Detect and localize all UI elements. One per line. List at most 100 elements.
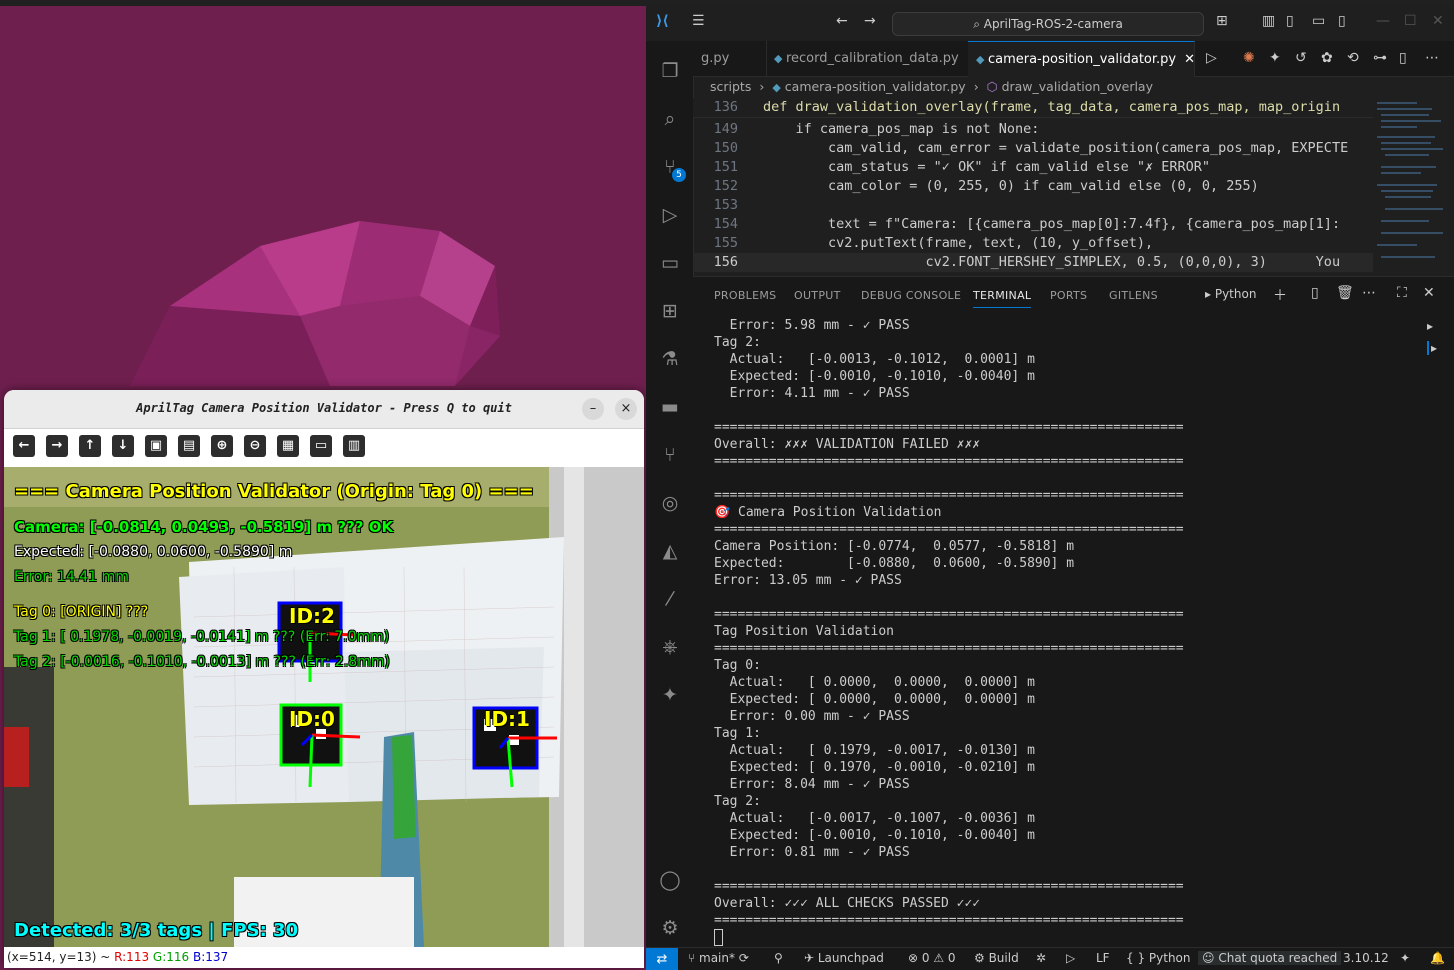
code-line[interactable]: 154 text = f"Camera: [{camera_pos_map[0]… — [693, 215, 1373, 234]
zoom-out-icon[interactable]: ⊖ — [244, 435, 266, 457]
minimap[interactable] — [1373, 96, 1445, 274]
problems-status[interactable]: ⊗ 0 ⚠ 0 — [908, 951, 956, 965]
code-editor[interactable]: 136 def draw_validation_overlay(frame, ta… — [693, 96, 1373, 274]
tab-camera-position-validator[interactable]: ◆ camera-position_validator.py ✕ — [968, 41, 1195, 77]
breadcrumb-folder[interactable]: scripts — [710, 79, 751, 94]
tab-g-py[interactable]: g.py — [693, 41, 767, 76]
run-debug-icon[interactable]: ▷ — [658, 203, 682, 227]
sync-icon[interactable]: ⚲ — [774, 951, 783, 965]
kubernetes-icon[interactable]: ⎈ — [658, 635, 682, 659]
properties-icon[interactable]: ▥ — [343, 435, 365, 457]
run-icon[interactable]: ▷ — [1206, 50, 1217, 66]
toggle-sidebar-icon[interactable]: ▯ — [1286, 13, 1294, 29]
layout-icon[interactable]: ▥ — [1262, 13, 1275, 29]
python-version-status[interactable]: 3.10.12 — [1343, 951, 1389, 965]
clipboard-icon[interactable]: ▭ — [310, 435, 332, 457]
menu-icon[interactable]: ☰ — [692, 13, 705, 29]
panel-tab-output[interactable]: OUTPUT — [794, 289, 841, 302]
tab-record-calibration[interactable]: ◆ record_calibration_data.py — [766, 41, 969, 76]
ros-icon[interactable]: ◭ — [658, 539, 682, 563]
code-line[interactable]: 155 cv2.putText(frame, text, (10, y_offs… — [693, 234, 1373, 253]
minimize-button[interactable]: – — [582, 398, 604, 420]
search-view-icon[interactable]: ⌕ — [658, 107, 682, 131]
close-panel-icon[interactable]: ✕ — [1423, 285, 1435, 301]
timeline-icon[interactable]: ↺ — [1295, 50, 1307, 66]
window-maximize-icon[interactable]: ☐ — [1404, 13, 1417, 29]
testing-icon[interactable]: ⚗ — [658, 347, 682, 371]
git-graph-icon[interactable]: ⑂ — [658, 443, 682, 467]
settings-gear-icon[interactable]: ⚙ — [658, 916, 682, 940]
panel-tab-debug-console[interactable]: DEBUG CONSOLE — [861, 289, 961, 302]
copilot-status-icon[interactable]: ✦ — [1400, 951, 1410, 965]
breadcrumb-symbol[interactable]: draw_validation_overlay — [1002, 79, 1153, 94]
code-line-current[interactable]: 156 cv2.FONT_HERSHEY_SIMPLEX, 0.5, (0,0,… — [693, 253, 1373, 272]
more-actions-icon[interactable]: ⋯ — [1425, 50, 1439, 66]
kill-terminal-icon[interactable]: 🗑 — [1336, 285, 1354, 301]
notifications-bell-icon[interactable]: 🔔 — [1430, 951, 1445, 965]
explorer-icon[interactable]: ❐ — [658, 59, 682, 83]
account-icon[interactable]: ◯ — [658, 868, 682, 892]
arrow-left-icon[interactable]: ← — [13, 435, 35, 457]
compare-icon[interactable]: ⟲ — [1347, 50, 1359, 66]
chat-quota-status[interactable]: ☺ Chat quota reached — [1198, 951, 1342, 965]
forward-icon[interactable]: → — [864, 13, 876, 29]
image-icon[interactable]: ▣ — [145, 435, 167, 457]
toggle-secondary-sidebar-icon[interactable]: ▯ — [1338, 13, 1346, 29]
back-icon[interactable]: ← — [836, 13, 848, 29]
close-button[interactable]: × — [615, 398, 637, 420]
extension-action-icon[interactable]: ✺ — [1243, 50, 1255, 66]
panel-tab-terminal[interactable]: TERMINAL — [973, 289, 1032, 308]
tab-close-icon[interactable]: ✕ — [1184, 52, 1194, 67]
sparkle-icon[interactable]: ✦ — [658, 683, 682, 707]
camera-window-titlebar[interactable]: AprilTag Camera Position Validator - Pre… — [4, 390, 644, 429]
save-image-icon[interactable]: ▤ — [178, 435, 200, 457]
command-center-search[interactable]: ⌕ AprilTag-ROS-2-camera — [892, 12, 1204, 36]
breadcrumb-file[interactable]: camera-position_validator.py — [785, 79, 966, 94]
remote-indicator-icon[interactable]: ⇄ — [646, 948, 678, 970]
gitlens-icon[interactable]: ◎ — [658, 491, 682, 515]
git-commit-icon[interactable]: ⊶ — [1373, 50, 1387, 66]
remote-explorer-icon[interactable]: ▭ — [658, 251, 682, 275]
maximize-panel-icon[interactable]: ⛶ — [1397, 285, 1407, 301]
build-status[interactable]: ⚙ Build — [974, 951, 1019, 965]
terminal-shell-selector[interactable]: ▸ Python — [1205, 287, 1256, 301]
code-line[interactable]: 151 cam_status = "✓ OK" if cam_valid els… — [693, 158, 1373, 177]
toggle-panel-icon[interactable]: ▭ — [1312, 13, 1325, 29]
terminal-output[interactable]: Error: 5.98 mm - ✓ PASS Tag 2: Actual: [-… — [714, 317, 1404, 946]
folder-icon[interactable]: ▬ — [658, 395, 682, 419]
terminal-instance-active-icon[interactable]: ▸ — [1427, 341, 1437, 355]
sticky-scroll-line[interactable]: 136 def draw_validation_overlay(frame, ta… — [693, 98, 1373, 118]
panel-tab-problems[interactable]: PROBLEMS — [714, 289, 776, 302]
branch-status[interactable]: ⑂ main* ⟳ — [688, 951, 749, 965]
language-status[interactable]: { } Python — [1126, 951, 1191, 965]
code-line[interactable]: 150 cam_valid, cam_error = validate_posi… — [693, 139, 1373, 158]
copilot-sparkle-icon[interactable]: ✦ — [1269, 50, 1281, 66]
panel-tab-ports[interactable]: PORTS — [1050, 289, 1087, 302]
run-status-icon[interactable]: ▷ — [1066, 951, 1075, 965]
copilot-icon[interactable]: ⊞ — [1216, 13, 1228, 29]
panel-more-icon[interactable]: ⋯ — [1362, 285, 1376, 301]
terminal-line: ========================================… — [714, 641, 1184, 656]
camera-window: AprilTag Camera Position Validator - Pre… — [4, 390, 644, 968]
code-line[interactable]: 149 if camera_pos_map is not None: — [693, 120, 1373, 139]
eol-status[interactable]: LF — [1096, 951, 1110, 965]
zoom-in-icon[interactable]: ⊕ — [211, 435, 233, 457]
debug-icon[interactable]: ✲ — [1036, 951, 1046, 965]
extensions-icon[interactable]: ⊞ — [658, 299, 682, 323]
openai-icon[interactable]: ✿ — [1321, 50, 1333, 66]
window-minimize-icon[interactable]: — — [1376, 13, 1390, 29]
split-terminal-icon[interactable]: ▯ — [1311, 285, 1319, 301]
split-editor-icon[interactable]: ▯ — [1399, 50, 1407, 66]
arrow-down-icon[interactable]: ↓ — [112, 435, 134, 457]
terminal-instance-icon[interactable]: ▸ — [1427, 319, 1433, 333]
window-close-icon[interactable]: ✕ — [1432, 13, 1444, 29]
code-line[interactable]: 153 — [693, 196, 1373, 215]
new-terminal-icon[interactable]: ＋ — [1273, 285, 1287, 305]
comment-icon[interactable]: ⁄ — [658, 587, 682, 611]
launchpad-status[interactable]: ✈ Launchpad — [804, 951, 884, 965]
code-line[interactable]: 152 cam_color = (0, 255, 0) if cam_valid… — [693, 177, 1373, 196]
arrow-right-icon[interactable]: → — [46, 435, 68, 457]
save-icon[interactable]: ▦ — [277, 435, 299, 457]
panel-tab-gitlens[interactable]: GITLENS — [1109, 289, 1158, 302]
arrow-up-icon[interactable]: ↑ — [79, 435, 101, 457]
